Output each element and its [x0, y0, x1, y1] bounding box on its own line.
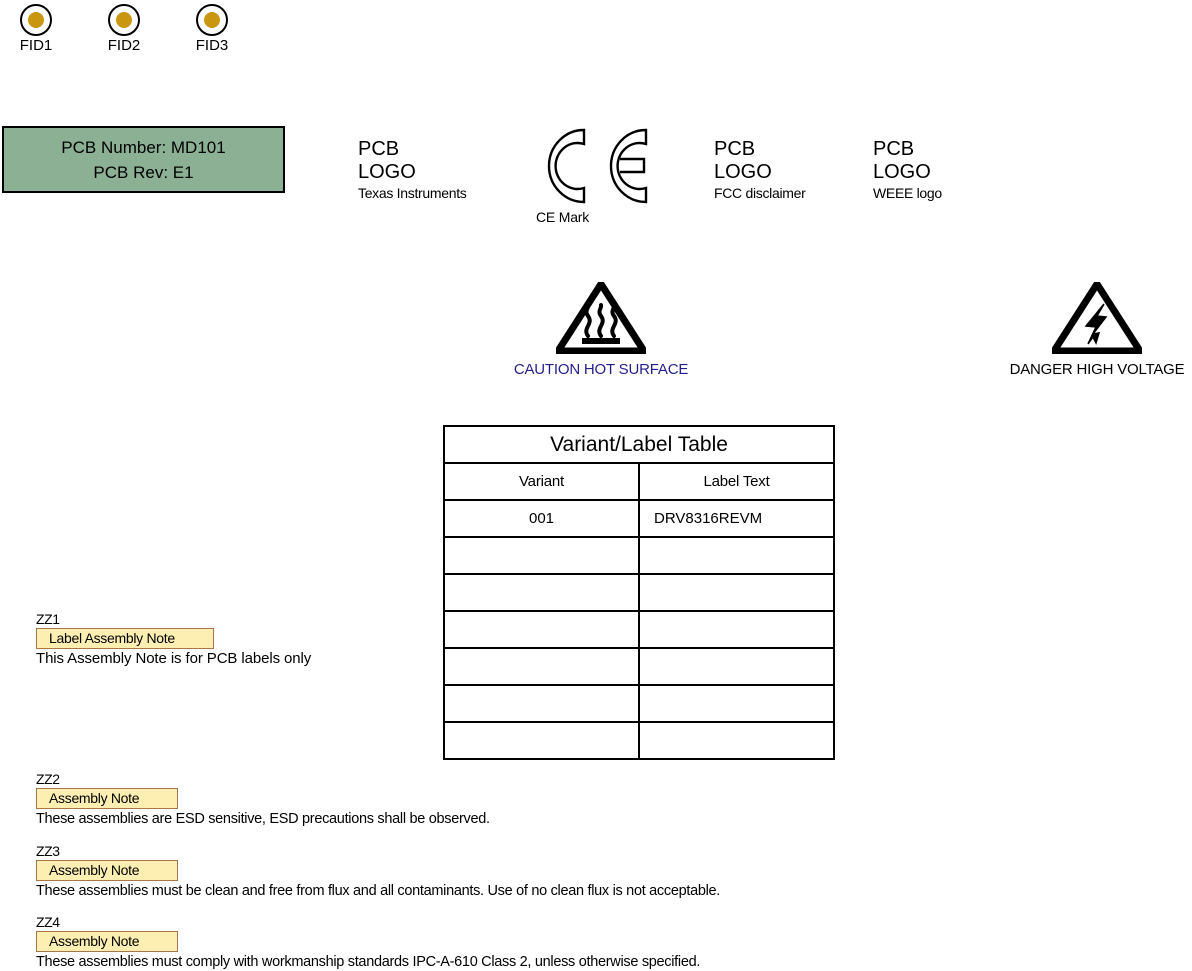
logo-line-2: LOGO [714, 160, 772, 183]
table-row [443, 536, 835, 575]
fiducial-dot-icon [204, 12, 220, 28]
pcb-number-line: PCB Number: MD101 [61, 137, 226, 157]
note-id: ZZ4 [36, 914, 60, 930]
column-header-label-text: Label Text [638, 462, 835, 501]
note-text: These assemblies are ESD sensitive, ESD … [36, 811, 490, 827]
cell-variant: 001 [443, 499, 640, 538]
assembly-note-zz4: ZZ4 Assembly Note These assemblies must … [36, 915, 700, 971]
logo-line-1: PCB [873, 138, 915, 160]
fiducial-label: FID1 [19, 37, 53, 54]
note-id: ZZ3 [36, 843, 60, 859]
table-row [443, 647, 835, 686]
cell-variant [443, 610, 640, 649]
fiducial-circle-icon [196, 4, 228, 36]
assembly-note-zz1: ZZ1 Label Assembly Note This Assembly No… [36, 612, 311, 668]
fiducial-circle-icon [108, 4, 140, 36]
cell-variant [443, 536, 640, 575]
cell-label-text [638, 610, 835, 649]
fiducial-label: FID2 [107, 37, 141, 54]
table-title-row: Variant/Label Table [443, 425, 835, 464]
warning-hot-surface: CAUTION HOT SURFACE [506, 277, 696, 378]
note-badge: Label Assembly Note [36, 628, 214, 649]
table-row: 001 DRV8316REVM [443, 499, 835, 538]
note-text: This Assembly Note is for PCB labels onl… [36, 650, 312, 667]
cell-label-text: DRV8316REVM [638, 499, 835, 538]
cell-variant [443, 647, 640, 686]
cell-label-text [638, 536, 835, 575]
cell-variant [443, 573, 640, 612]
note-text: These assemblies must be clean and free … [36, 883, 721, 899]
fiducial-circle-icon [20, 4, 52, 36]
logo-subtitle: WEEE logo [873, 185, 942, 201]
variant-label-table: Variant/Label Table Variant Label Text 0… [443, 425, 835, 760]
logo-subtitle: FCC disclaimer [714, 185, 806, 201]
pcb-rev-line: PCB Rev: E1 [93, 162, 194, 182]
table-row [443, 573, 835, 612]
column-header-variant: Variant [443, 462, 640, 501]
logo-block-texas-instruments: PCB LOGO Texas Instruments [358, 138, 467, 202]
note-id: ZZ1 [36, 611, 60, 627]
fiducial-fid3: FID3 [182, 4, 242, 54]
cell-label-text [638, 647, 835, 686]
table-row [443, 684, 835, 723]
fiducial-fid1: FID1 [6, 4, 66, 54]
fiducial-dot-icon [116, 12, 132, 28]
cell-label-text [638, 721, 835, 760]
warning-caption: DANGER HIGH VOLTAGE [1009, 361, 1185, 378]
warning-caption: CAUTION HOT SURFACE [513, 361, 689, 378]
logo-block-fcc-disclaimer: PCB LOGO FCC disclaimer [714, 138, 806, 202]
table-header-row: Variant Label Text [443, 462, 835, 501]
warning-high-voltage: DANGER HIGH VOLTAGE [1002, 277, 1192, 378]
logo-line-1: PCB [714, 138, 756, 160]
note-badge: Assembly Note [36, 931, 179, 952]
cell-variant [443, 721, 640, 760]
logo-block-weee: PCB LOGO WEEE logo [873, 138, 942, 202]
cell-variant [443, 684, 640, 723]
assembly-note-zz3: ZZ3 Assembly Note These assemblies must … [36, 844, 720, 900]
note-text: These assemblies must comply with workma… [36, 954, 701, 970]
table-row [443, 610, 835, 649]
logo-subtitle: Texas Instruments [358, 185, 467, 201]
cell-label-text [638, 684, 835, 723]
note-badge: Assembly Note [36, 860, 179, 881]
logo-line-2: LOGO [873, 160, 931, 183]
table-row [443, 721, 835, 760]
logo-line-2: LOGO [358, 160, 416, 183]
hot-surface-icon [551, 277, 651, 355]
assembly-note-zz2: ZZ2 Assembly Note These assemblies are E… [36, 772, 490, 828]
high-voltage-icon [1047, 277, 1147, 355]
ce-mark-icon [547, 128, 648, 204]
ce-mark-caption: CE Mark [536, 209, 590, 225]
note-id: ZZ2 [36, 771, 60, 787]
cell-label-text [638, 573, 835, 612]
fiducial-dot-icon [28, 12, 44, 28]
table-title: Variant/Label Table [443, 425, 835, 464]
ce-mark-block: CE Mark [528, 126, 648, 225]
fiducial-fid2: FID2 [94, 4, 154, 54]
pcb-number-box: PCB Number: MD101 PCB Rev: E1 [2, 126, 285, 193]
logo-line-1: PCB [358, 138, 400, 160]
fiducial-label: FID3 [195, 37, 229, 54]
note-badge: Assembly Note [36, 788, 179, 809]
